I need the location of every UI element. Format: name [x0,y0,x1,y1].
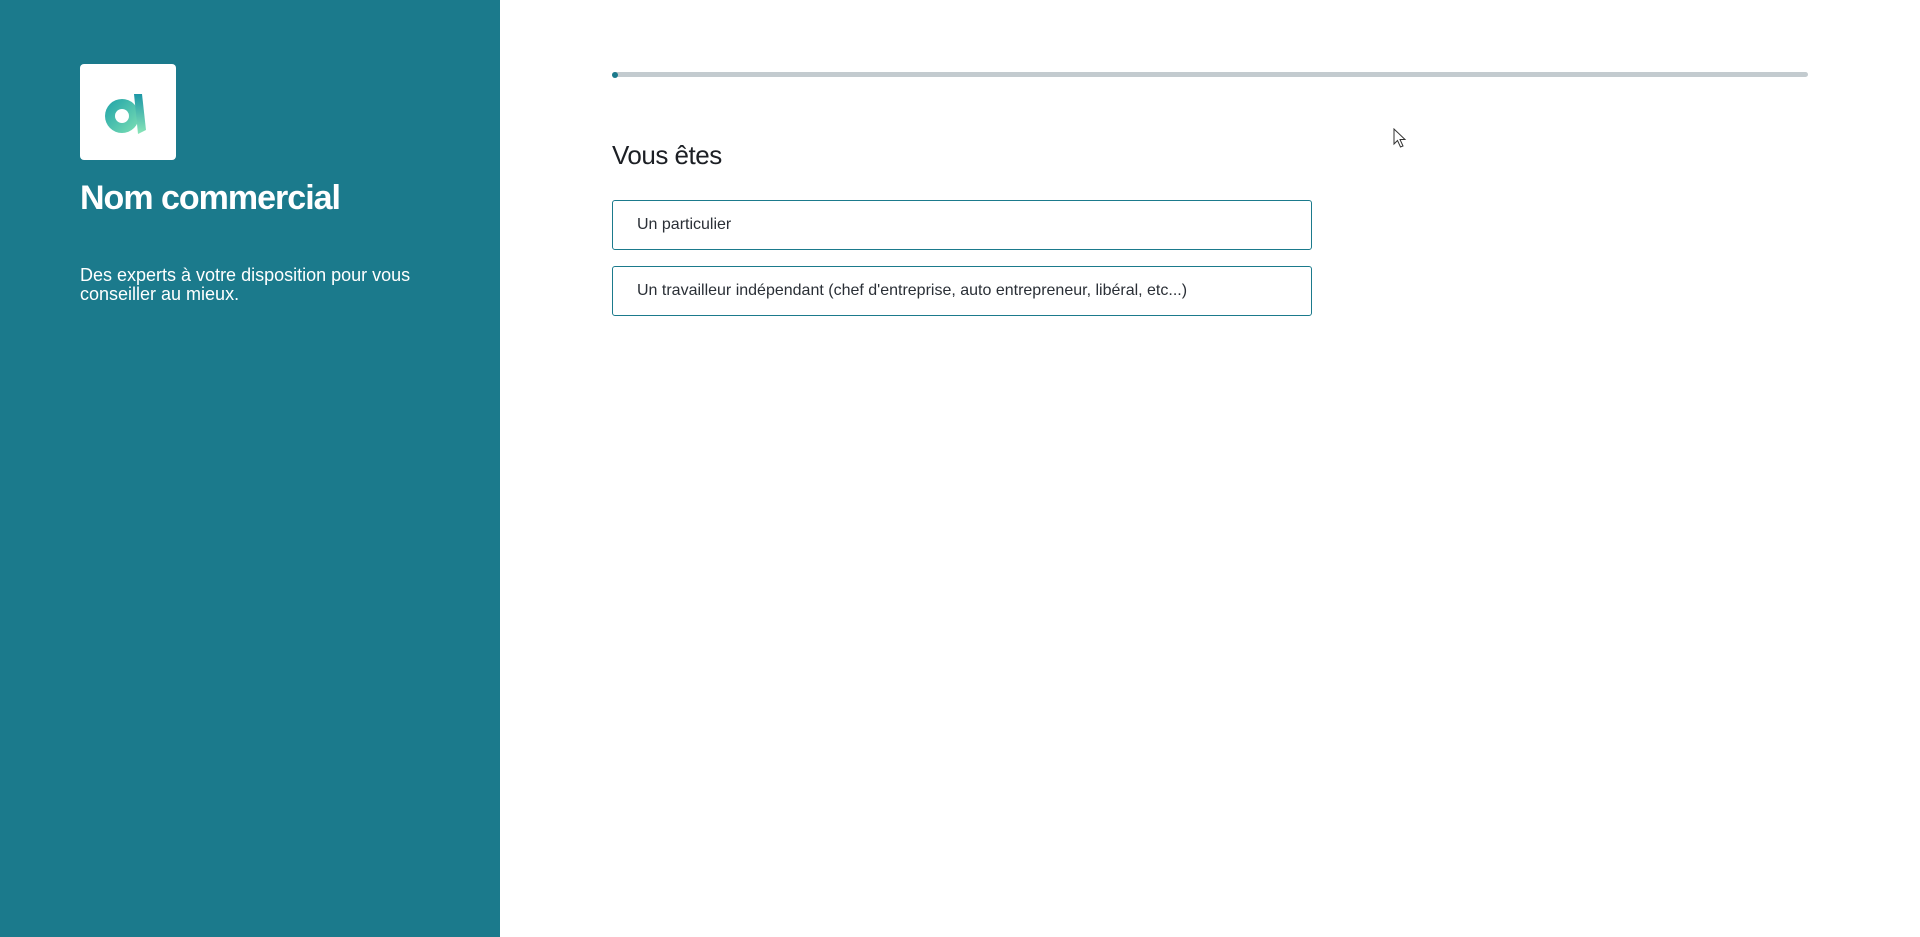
option-travailleur-independant[interactable]: Un travailleur indépendant (chef d'entre… [612,266,1312,316]
progress-bar [612,71,1808,78]
brand-name: Nom commercial [80,179,341,217]
options-list: Un particulier Un travailleur indépendan… [612,200,1312,332]
option-label: Un particulier [637,216,732,233]
tagline: Des experts à votre disposition pour vou… [80,265,411,304]
mouse-cursor-icon [1393,128,1407,148]
main-content: Vous êtes Un particulier Un travailleur … [500,0,1920,937]
page: Nom commercial Des experts à votre dispo… [0,0,1920,937]
option-particulier[interactable]: Un particulier [612,200,1312,250]
question-title: Vous êtes [612,140,722,170]
brand-a-logo-icon [105,94,146,134]
sidebar: Nom commercial Des experts à votre dispo… [0,0,500,937]
logo [80,64,176,160]
progress-fill [612,71,618,78]
option-label: Un travailleur indépendant (chef d'entre… [637,282,1188,299]
